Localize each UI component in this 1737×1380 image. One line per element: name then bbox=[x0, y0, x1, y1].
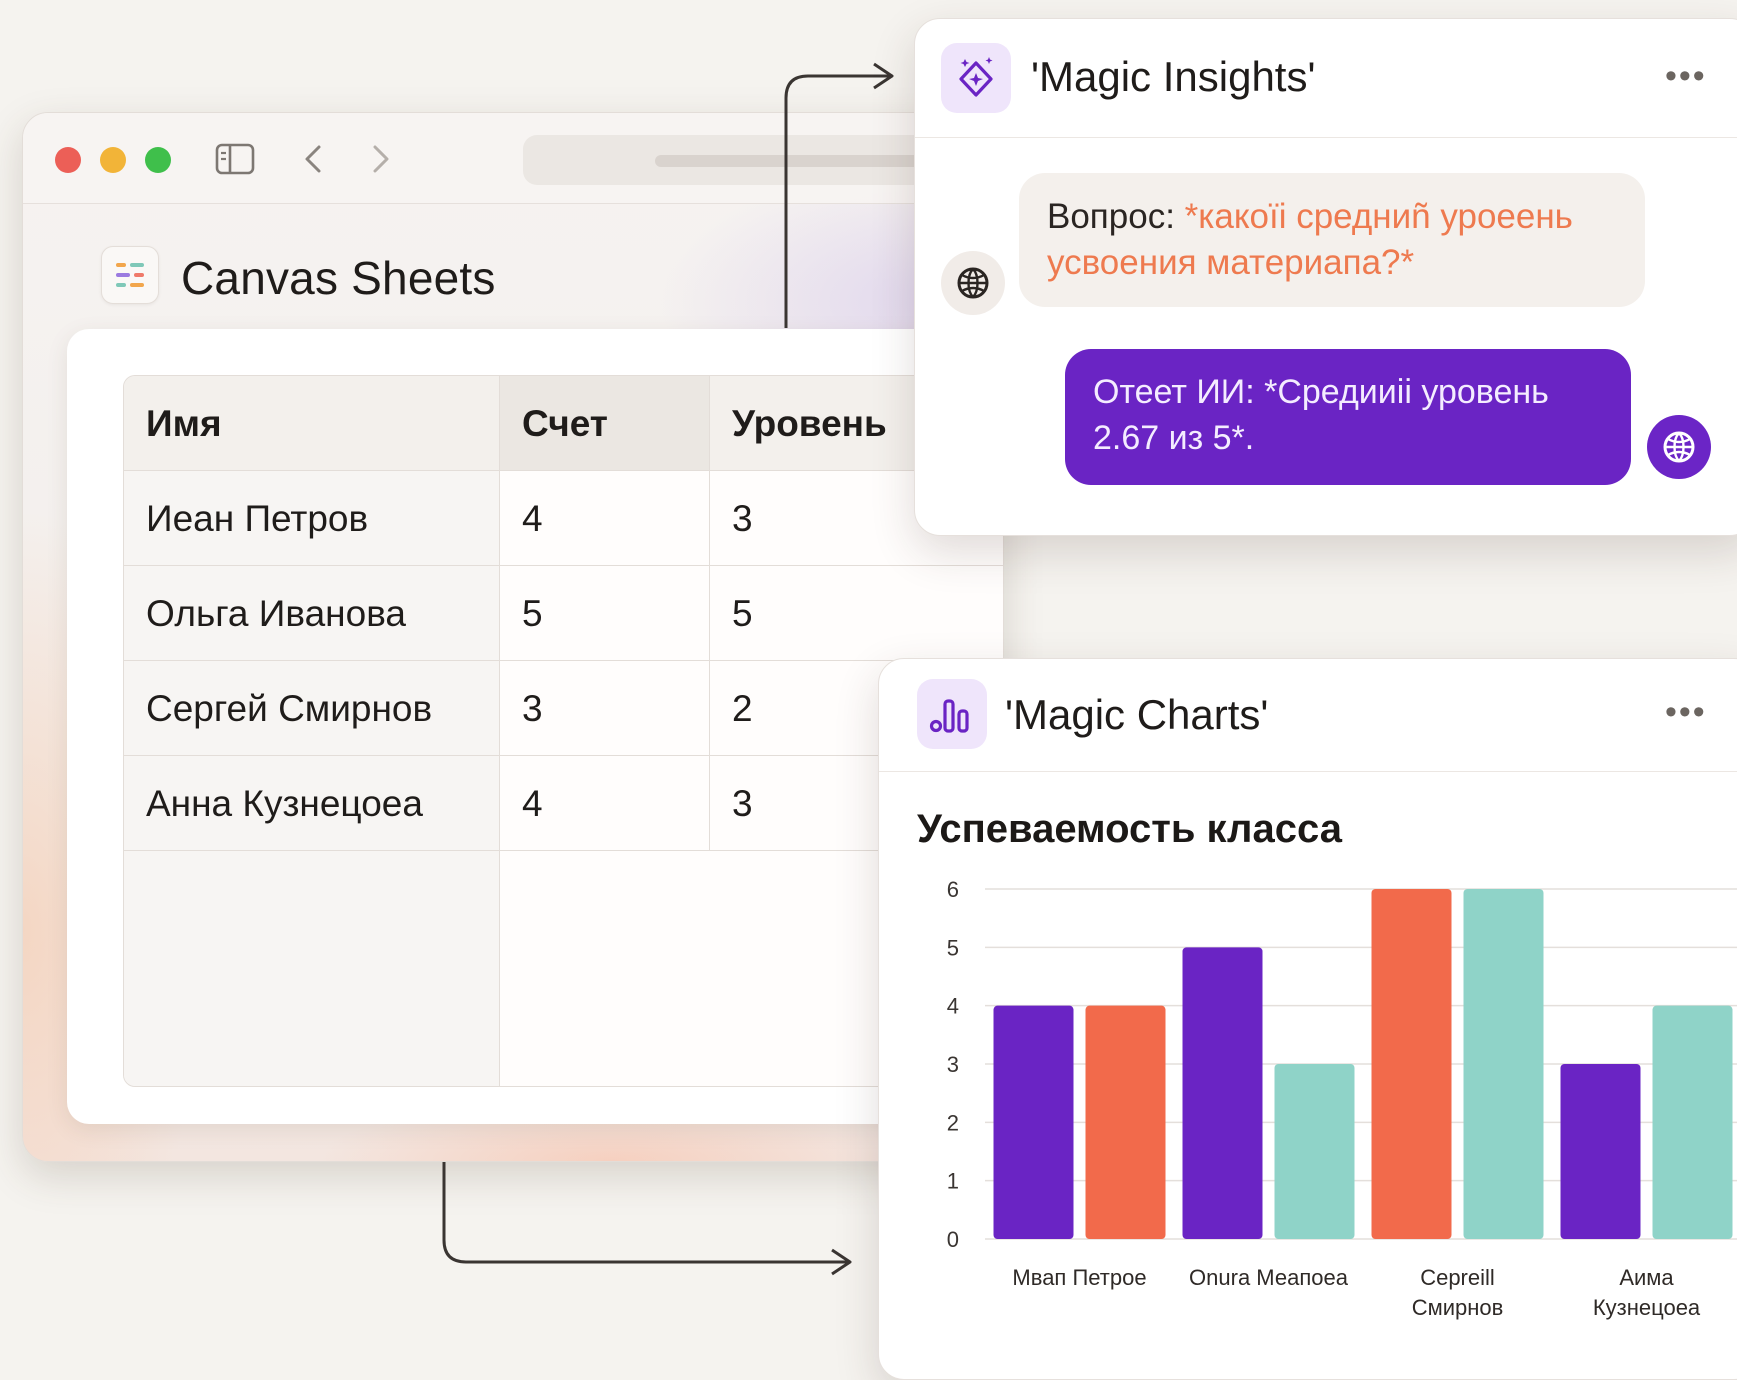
table-cell-score[interactable]: 4 bbox=[500, 471, 710, 566]
bar bbox=[993, 1005, 1074, 1239]
insights-more-options-icon[interactable]: ••• bbox=[1665, 57, 1707, 96]
table-cell-name[interactable]: Анна Кузнецоеа bbox=[124, 756, 500, 851]
x-category-label: Cepreill bbox=[1420, 1265, 1495, 1290]
spreadsheet-grid: Имя Счет Уровень Иеан Петров 4 3 Ольга И… bbox=[123, 375, 1003, 1087]
user-avatar-icon bbox=[941, 251, 1005, 315]
canvas-sheets-window: Canvas Sheets Имя Счет Уровень Иеан Петр… bbox=[22, 112, 1004, 1162]
forward-arrow-icon[interactable] bbox=[359, 139, 403, 179]
table-cell-name[interactable]: Ольга Иванова bbox=[124, 566, 500, 661]
insights-panel-title: 'Magic Insights' bbox=[1031, 53, 1316, 100]
close-window-button[interactable] bbox=[55, 147, 81, 173]
column-header-score[interactable]: Счет bbox=[500, 376, 710, 471]
question-text-continued: усвоения материапа?* bbox=[1047, 243, 1415, 282]
magic-charts-panel: 'Magic Charts' ••• Успеваемость класса 0… bbox=[878, 658, 1737, 1380]
x-category-label: Aима bbox=[1619, 1265, 1674, 1290]
table-cell-level[interactable]: 5 bbox=[710, 566, 1003, 661]
question-text: *какоїі средниñ уроеень bbox=[1184, 197, 1573, 236]
ai-answer-text: Отеет ИИ: *Средииіі уровень bbox=[1093, 373, 1549, 411]
y-tick-label: 3 bbox=[947, 1052, 959, 1077]
question-bubble: Вопрос: *какоїі средниñ уроеень усвоения… bbox=[1019, 173, 1645, 307]
bar bbox=[1085, 1005, 1166, 1239]
ai-avatar-icon bbox=[1647, 415, 1711, 479]
bar bbox=[1182, 947, 1263, 1239]
insights-panel-header: 'Magic Insights' ••• bbox=[915, 19, 1737, 138]
x-category-label: Кузнецоеа bbox=[1593, 1295, 1701, 1320]
bar bbox=[1560, 1064, 1641, 1239]
table-cell-name[interactable]: Иеан Петров bbox=[124, 471, 500, 566]
x-category-label: Мвап Петрое bbox=[1012, 1265, 1146, 1290]
y-tick-label: 6 bbox=[947, 877, 959, 902]
y-tick-label: 0 bbox=[947, 1227, 959, 1252]
table-cell-score[interactable]: 4 bbox=[500, 756, 710, 851]
bar bbox=[1371, 889, 1452, 1239]
sparkle-diamond-icon bbox=[941, 43, 1011, 113]
back-arrow-icon[interactable] bbox=[293, 139, 337, 179]
y-tick-label: 1 bbox=[947, 1169, 959, 1194]
sidebar-toggle-icon[interactable] bbox=[213, 139, 257, 179]
column-header-name[interactable]: Имя bbox=[124, 376, 500, 471]
ai-answer-bubble: Отеет ИИ: *Средииіі уровень 2.67 из 5*. bbox=[1065, 349, 1631, 485]
empty-cell-area[interactable] bbox=[124, 851, 500, 1086]
ai-answer-text-continued: 2.67 из 5*. bbox=[1093, 419, 1255, 457]
y-tick-label: 2 bbox=[947, 1110, 959, 1135]
spreadsheet-card: Имя Счет Уровень Иеан Петров 4 3 Ольга И… bbox=[67, 329, 1003, 1124]
app-title: Canvas Sheets bbox=[181, 252, 496, 304]
bar bbox=[1274, 1064, 1355, 1239]
table-cell-score[interactable]: 3 bbox=[500, 661, 710, 756]
table-cell-name[interactable]: Сергей Смирнов bbox=[124, 661, 500, 756]
canvas-sheets-logo-icon bbox=[101, 246, 159, 304]
table-cell-score[interactable]: 5 bbox=[500, 566, 710, 661]
y-tick-label: 5 bbox=[947, 935, 959, 960]
y-tick-label: 4 bbox=[947, 994, 959, 1019]
bar-chart: 0 1 2 3 4 5 6 Мвап Петрое Onura Меапоеа Cepreill С… bbox=[947, 877, 1737, 1320]
bar bbox=[1652, 1005, 1733, 1239]
x-category-label: Смирнов bbox=[1412, 1295, 1504, 1320]
bar bbox=[1463, 889, 1544, 1239]
minimize-window-button[interactable] bbox=[100, 147, 126, 173]
magic-insights-panel: 'Magic Insights' ••• Вопрос: *какоїі сре… bbox=[914, 18, 1737, 536]
window-titlebar bbox=[23, 113, 1003, 204]
question-label: Вопрос: bbox=[1047, 197, 1185, 236]
maximize-window-button[interactable] bbox=[145, 147, 171, 173]
x-category-label: Onura Меапоеа bbox=[1189, 1265, 1349, 1290]
